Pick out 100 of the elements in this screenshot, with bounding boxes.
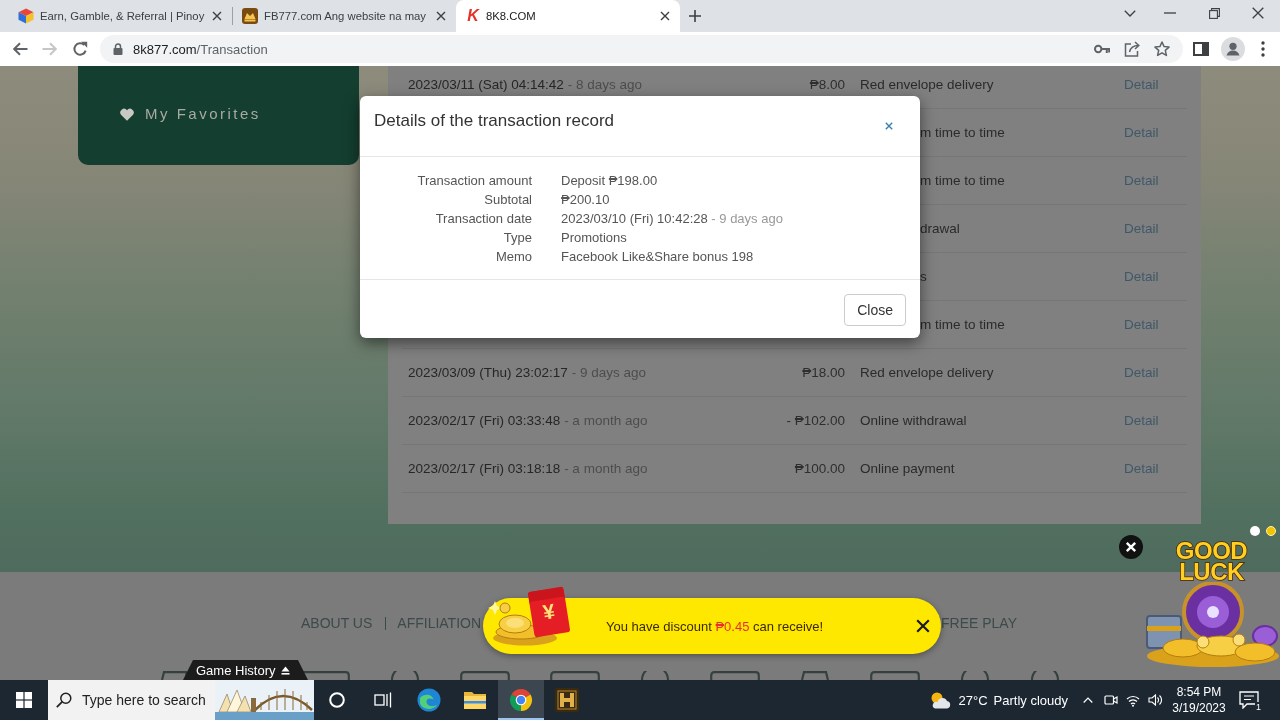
search-icon <box>56 692 72 708</box>
footer-link[interactable]: ABOUT US <box>301 615 373 631</box>
weather-condition-text: Partly cloudy <box>993 692 1068 708</box>
type-cell: m time to time <box>920 317 1005 332</box>
menu-icon[interactable] <box>1261 41 1265 57</box>
carousel-dot[interactable] <box>1250 526 1260 536</box>
cortana-ring-icon[interactable] <box>329 692 345 708</box>
close-icon[interactable] <box>916 619 930 633</box>
partner-logo <box>640 671 670 680</box>
prize-wheel-drawing[interactable] <box>1143 582 1280 668</box>
chevron-up-icon[interactable] <box>1083 697 1093 703</box>
meet-now-icon[interactable] <box>1104 693 1118 707</box>
partner-logo <box>870 671 920 680</box>
partner-logo <box>710 671 760 680</box>
footer-link[interactable]: FREE PLAY <box>941 615 1017 631</box>
field-label: Subtotal <box>484 191 532 209</box>
bookmark-star-icon[interactable] <box>1154 41 1170 57</box>
field-label: Type <box>503 229 532 247</box>
detail-link[interactable]: Detail <box>1124 461 1159 476</box>
landmark-icon <box>215 680 314 720</box>
lock-icon <box>113 43 123 55</box>
detail-link[interactable]: Detail <box>1124 317 1159 332</box>
detail-link[interactable]: Detail <box>1124 77 1159 92</box>
partner-logo <box>550 671 600 680</box>
partner-logo <box>460 671 510 680</box>
notification-icon[interactable] <box>1239 691 1259 709</box>
detail-link[interactable]: Detail <box>1124 413 1159 428</box>
temperature-text: 27°C <box>958 692 988 708</box>
side-panel-icon[interactable] <box>1193 42 1209 56</box>
profile-icon[interactable] <box>1221 37 1245 61</box>
type-cell: Red envelope delivery <box>860 365 994 380</box>
amount-cell: ₱100.00 <box>794 461 845 476</box>
windows-start-icon[interactable] <box>16 692 32 708</box>
field-value: ₱200.10 <box>561 191 610 209</box>
sidebar-link[interactable]: My Favorites <box>120 106 261 122</box>
search-input[interactable]: Type here to search <box>82 692 215 708</box>
game-app-icon <box>555 688 579 712</box>
reload-icon[interactable] <box>72 41 88 57</box>
field-label: Transaction amount <box>417 172 532 190</box>
detail-link[interactable]: Detail <box>1124 365 1159 380</box>
url-text: 8k877.com/Transaction <box>133 41 268 57</box>
close-icon[interactable] <box>1252 7 1264 19</box>
type-cell: drawal <box>920 221 960 236</box>
close-button[interactable]: Close <box>844 294 906 326</box>
discount-message: You have discount ₱0.45 can receive! <box>606 618 824 634</box>
field-value: Deposit ₱198.00 <box>561 172 658 190</box>
back-arrow-icon[interactable] <box>12 41 28 57</box>
taskbar-button[interactable] <box>498 680 544 720</box>
partner-logo <box>1030 671 1060 680</box>
close-tab-icon[interactable] <box>212 11 222 21</box>
field-label: Transaction date <box>435 210 532 228</box>
share-icon[interactable] <box>1124 41 1140 57</box>
type-cell: m time to time <box>920 125 1005 140</box>
new-tab-icon[interactable] <box>689 10 701 22</box>
cube-favicon-icon <box>18 8 34 24</box>
type-cell: m time to time <box>920 173 1005 188</box>
browser-tab[interactable]: Earn, Gamble, & Referral | Pinoy <box>8 0 232 32</box>
favicon-logo: K <box>466 8 480 24</box>
clock-time[interactable]: 8:54 PM <box>1176 684 1222 700</box>
detail-link[interactable]: Detail <box>1124 173 1159 188</box>
partner-logo <box>800 671 830 680</box>
carousel-dot[interactable] <box>1266 526 1276 536</box>
field-value: 2023/03/10 (Fri) 10:42:28 - 9 days ago <box>561 210 783 228</box>
field-value: Facebook Like&Share bonus 198 <box>561 248 754 266</box>
close-tab-icon[interactable] <box>660 11 670 21</box>
close-tab-icon[interactable] <box>436 11 446 21</box>
browser-tab[interactable]: FB777.com Ang website na may <box>232 0 456 32</box>
clock-date[interactable]: 3/19/2023 <box>1172 700 1226 716</box>
tab-search-caret-icon[interactable] <box>1124 9 1136 17</box>
crown-tile-favicon-icon <box>242 8 258 24</box>
edge-icon <box>417 688 441 712</box>
volume-icon[interactable] <box>1148 693 1162 707</box>
amount-cell: ₱18.00 <box>802 365 845 380</box>
amount-cell: ₱8.00 <box>809 77 845 92</box>
partner-logo <box>960 671 990 680</box>
task-view-icon[interactable] <box>374 692 392 708</box>
restore-icon[interactable] <box>1209 7 1220 19</box>
browser-tab[interactable]: K 8K8.COM <box>456 0 680 32</box>
taskbar-search-box[interactable]: Type here to search <box>48 680 314 720</box>
key-icon[interactable] <box>1094 44 1110 54</box>
wifi-icon[interactable] <box>1126 693 1140 707</box>
notification-count: 1 <box>1255 702 1262 712</box>
partner-logo <box>390 671 420 680</box>
field-value: Promotions <box>561 229 627 247</box>
footer-link[interactable]: AFFILIATION <box>397 615 482 631</box>
game-history-tab[interactable]: Game History <box>183 660 308 680</box>
detail-link[interactable]: Detail <box>1124 125 1159 140</box>
amount-cell: - ₱102.00 <box>786 413 845 428</box>
address-bar[interactable]: 8k877.com/Transaction <box>100 35 1183 63</box>
type-cell: Online payment <box>860 461 955 476</box>
detail-link[interactable]: Detail <box>1124 221 1159 236</box>
type-cell: Red envelope delivery <box>860 77 994 92</box>
type-cell: s <box>920 269 927 284</box>
chrome-icon <box>509 688 533 712</box>
detail-link[interactable]: Detail <box>1124 269 1159 284</box>
type-cell: Online withdrawal <box>860 413 967 428</box>
good-luck-title: GOOD LUCK <box>1175 540 1248 582</box>
close-icon[interactable] <box>1119 535 1143 559</box>
field-label: Memo <box>495 248 532 266</box>
heart-icon <box>120 107 134 121</box>
